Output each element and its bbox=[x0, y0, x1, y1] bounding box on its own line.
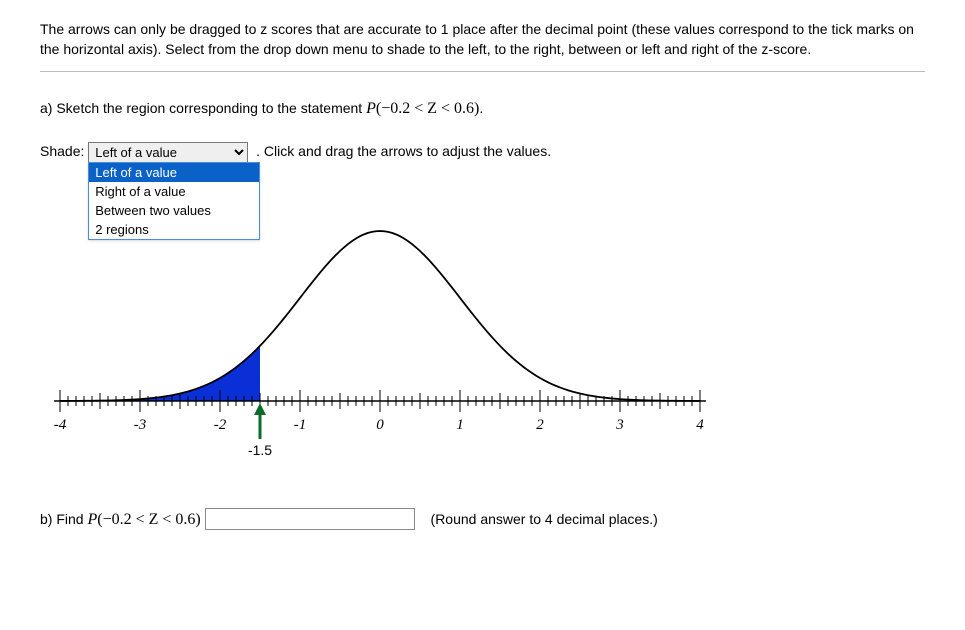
part-a-label: a) Sketch the region corresponding to th… bbox=[40, 100, 366, 116]
shade-option-between[interactable]: Between two values bbox=[89, 201, 259, 220]
round-note: (Round answer to 4 decimal places.) bbox=[431, 511, 658, 527]
axis-tick-label: -3 bbox=[134, 417, 147, 433]
axis-tick-label: 1 bbox=[456, 417, 464, 433]
probability-statement-b: P(−0.2 < Z < 0.6) bbox=[87, 511, 200, 528]
shade-label: Shade: bbox=[40, 143, 84, 159]
shaded-region bbox=[60, 346, 260, 401]
probability-statement-a: P(−0.2 < Z < 0.6) bbox=[366, 100, 479, 117]
shade-option-right[interactable]: Right of a value bbox=[89, 182, 259, 201]
axis-tick-label: 4 bbox=[696, 417, 704, 433]
shade-controls: Shade: Left of a value Left of a value R… bbox=[40, 142, 925, 163]
instructions-text: The arrows can only be dragged to z scor… bbox=[40, 20, 925, 59]
part-b-prompt: b) Find P(−0.2 < Z < 0.6) (Round answer … bbox=[40, 508, 925, 530]
axis-tick-label: -1 bbox=[294, 417, 307, 433]
answer-input[interactable] bbox=[205, 508, 415, 530]
shade-select[interactable]: Left of a value bbox=[88, 142, 248, 163]
axis-tick-label: 0 bbox=[376, 417, 384, 433]
shade-option-2regions[interactable]: 2 regions bbox=[89, 220, 259, 239]
shade-option-left[interactable]: Left of a value bbox=[89, 163, 259, 182]
shade-instruction-text: . Click and drag the arrows to adjust th… bbox=[256, 143, 551, 159]
axis-tick-label: -2 bbox=[214, 417, 227, 433]
shade-select-dropdown[interactable]: Left of a value Right of a value Between… bbox=[88, 162, 260, 240]
part-a-prompt: a) Sketch the region corresponding to th… bbox=[40, 100, 925, 118]
horizontal-rule bbox=[40, 71, 925, 72]
arrow-up-icon[interactable] bbox=[254, 403, 266, 415]
axis-tick-label: 3 bbox=[615, 417, 624, 433]
arrow-value-label: -1.5 bbox=[248, 442, 272, 458]
axis-tick-label: -4 bbox=[54, 417, 67, 433]
bell-curve bbox=[60, 231, 700, 401]
part-b-label: b) Find bbox=[40, 511, 87, 527]
axis-tick-label: 2 bbox=[536, 417, 544, 433]
